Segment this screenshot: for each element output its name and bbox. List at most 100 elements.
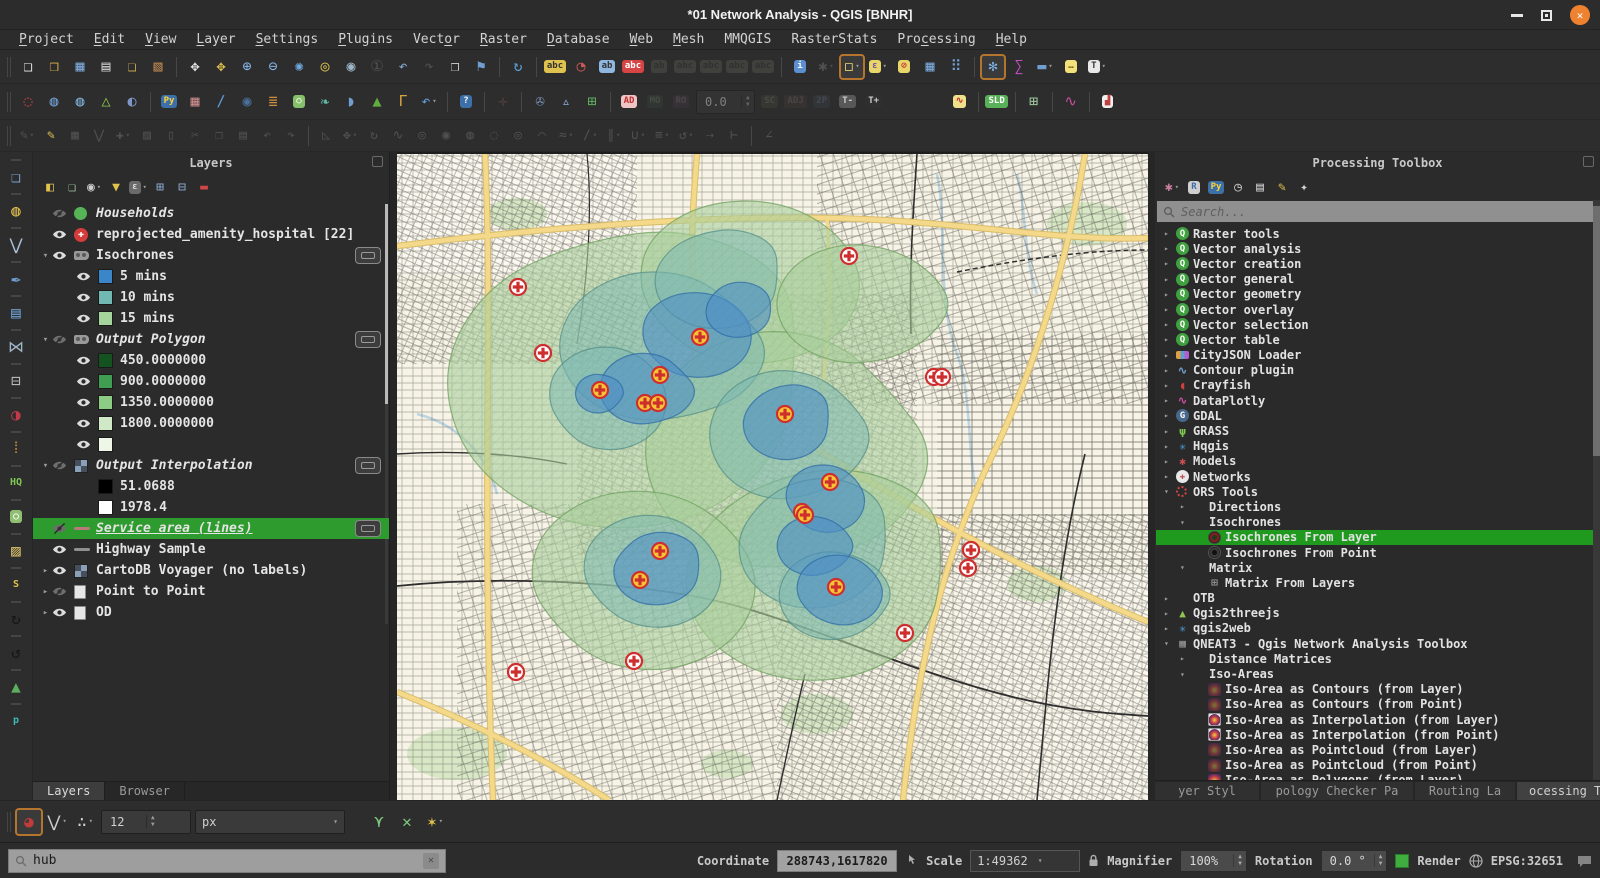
simplify-feature-icon[interactable]: ∿ xyxy=(387,125,409,147)
tab-layers[interactable]: Layers xyxy=(33,782,105,800)
algorithm-item-dataplotly[interactable]: ▸∿DataPlotly xyxy=(1156,393,1599,408)
visibility-eye-icon[interactable] xyxy=(52,585,74,598)
algorithm-item-directions[interactable]: ▸Directions xyxy=(1156,499,1599,514)
map-tips-icon[interactable]: … xyxy=(1059,55,1083,79)
add-group-icon[interactable]: ❏ xyxy=(62,177,82,197)
expander-icon[interactable]: ▸ xyxy=(39,587,52,597)
python-console-icon[interactable]: Py xyxy=(157,90,181,114)
expander-icon[interactable]: ▾ xyxy=(1180,670,1192,679)
refresh-map-icon[interactable]: ↻ xyxy=(506,55,530,79)
models-menu-icon[interactable]: ✱▾ xyxy=(1162,177,1182,197)
zoom-last-icon[interactable]: ↶ xyxy=(391,55,415,79)
select-by-expression-icon[interactable]: ε▾ xyxy=(866,55,890,79)
layer-item-reprojected-amenity-hospital-22-[interactable]: ✚reprojected_amenity_hospital [22] xyxy=(33,224,389,245)
algorithm-item-ors-tools[interactable]: ▾ORS Tools xyxy=(1156,484,1599,499)
python-scripts-icon[interactable]: Py xyxy=(1206,177,1226,197)
visibility-eye-icon[interactable] xyxy=(52,333,74,346)
algorithm-item-qgis2web[interactable]: ▸✳qgis2web xyxy=(1156,621,1599,636)
add-feather-layer-icon[interactable]: ✒ xyxy=(3,265,29,291)
rotate-point-symbols-icon[interactable]: ↺▾ xyxy=(675,125,697,147)
lock-scale-icon[interactable] xyxy=(1088,854,1099,867)
expander-icon[interactable]: ▸ xyxy=(1164,320,1176,329)
rotate-features-icon[interactable]: ↻ xyxy=(363,125,385,147)
layer-diagram-icon[interactable]: ◔ xyxy=(569,55,593,79)
expander-icon[interactable]: ▾ xyxy=(39,251,52,261)
snapping-marker-icon[interactable]: ✶▾ xyxy=(422,809,448,835)
layer-item-10-mins[interactable]: 10 mins xyxy=(33,287,389,308)
style-manager-icon[interactable]: ▧ xyxy=(146,55,170,79)
algorithm-item-iso-area-as-pointcloud-from-point-[interactable]: Iso-Area as Pointcloud (from Point) xyxy=(1156,758,1599,773)
zoom-to-selection-icon[interactable]: ◉ xyxy=(339,55,363,79)
gdrive-plugin-icon[interactable]: ▲ xyxy=(3,673,29,699)
delete-part-icon[interactable]: ◎ xyxy=(507,125,529,147)
add-virtual-layer-icon[interactable]: ⋈ xyxy=(3,333,29,359)
toolbar-handle[interactable] xyxy=(7,92,12,112)
menu-view[interactable]: View xyxy=(136,32,185,47)
visibility-eye-icon[interactable] xyxy=(76,354,98,367)
visibility-eye-icon[interactable] xyxy=(52,522,74,535)
expander-icon[interactable]: ▸ xyxy=(1164,396,1176,405)
visibility-eye-icon[interactable] xyxy=(52,564,74,577)
layer-item-51-0688[interactable]: 51.0688 xyxy=(33,476,389,497)
qgis2web-globe-icon[interactable]: ◉ xyxy=(235,90,259,114)
expander-icon[interactable]: ▸ xyxy=(1164,442,1176,451)
expander-icon[interactable]: ▾ xyxy=(1164,639,1176,648)
undo-plugin-icon[interactable]: ↺ xyxy=(3,639,29,665)
data-source-manager-icon[interactable]: ❏ xyxy=(3,163,29,189)
algorithm-item-gdal[interactable]: ▸GGDAL xyxy=(1156,408,1599,423)
split-parts-icon[interactable]: ∥▾ xyxy=(603,125,625,147)
algorithm-item-iso-area-as-contours-from-point-[interactable]: Iso-Area as Contours (from Point) xyxy=(1156,697,1599,712)
snapping-unit-select[interactable]: px▾ xyxy=(195,810,345,834)
messages-icon[interactable] xyxy=(1577,854,1592,868)
layer-labeling-icon[interactable]: abc xyxy=(543,55,567,79)
algorithm-item-qneat3-qgis-network-analysis-toolbox[interactable]: ▾▦QNEAT3 - Qgis Network Analysis Toolbox xyxy=(1156,636,1599,651)
deselect-features-icon[interactable]: ⊘ xyxy=(892,55,916,79)
algorithm-item-models[interactable]: ▸✱Models xyxy=(1156,454,1599,469)
menu-rasterstats[interactable]: RasterStats xyxy=(782,32,886,47)
toolbar-handle[interactable] xyxy=(7,812,12,832)
expander-icon[interactable]: ▸ xyxy=(1180,654,1192,663)
bookmarks-icon[interactable]: ⚑ xyxy=(469,55,493,79)
digitizing-angle-spin[interactable]: 0.0▲▼ xyxy=(696,90,755,114)
layer-item-output-polygon[interactable]: ▾Output Polygon xyxy=(33,329,389,350)
algorithm-item-vector-geometry[interactable]: ▸QVector geometry xyxy=(1156,287,1599,302)
algorithm-item-networks[interactable]: ▸✚Networks xyxy=(1156,469,1599,484)
identify-features-icon[interactable]: i xyxy=(788,55,812,79)
add-wfs-layer-icon[interactable]: ◍ xyxy=(3,197,29,223)
remove-layer-icon[interactable]: ▬ xyxy=(194,177,214,197)
ors-tools-icon[interactable]: ◌ xyxy=(16,90,40,114)
pan-to-selection-icon[interactable]: ✥ xyxy=(209,55,233,79)
expander-icon[interactable]: ▸ xyxy=(1164,381,1176,390)
algorithm-item-vector-overlay[interactable]: ▸QVector overlay xyxy=(1156,302,1599,317)
layer-item-point-to-point[interactable]: ▸Point to Point xyxy=(33,581,389,602)
menu-project[interactable]: Project xyxy=(10,32,83,47)
vertex-angle-tool-icon[interactable]: ∠ xyxy=(758,125,780,147)
merge-attributes-icon[interactable]: ≡▾ xyxy=(651,125,673,147)
toggle-editing-icon[interactable]: ✎ xyxy=(40,125,62,147)
layer-indicator-badge[interactable] xyxy=(355,247,381,264)
offset-point-symbol-icon[interactable]: ⇢ xyxy=(699,125,721,147)
layout-manager-icon[interactable]: ❏ xyxy=(120,55,144,79)
delete-selected-icon[interactable]: ▯ xyxy=(160,125,182,147)
add-wms-layer-icon[interactable]: ◍ xyxy=(42,90,66,114)
layer-indicator-badge[interactable] xyxy=(355,331,381,348)
map-canvas[interactable] xyxy=(397,154,1148,800)
visibility-eye-icon[interactable] xyxy=(76,438,98,451)
expander-icon[interactable]: ▸ xyxy=(1164,335,1176,344)
metasearch-icon[interactable]: ◍ xyxy=(68,90,92,114)
layer-item-service-area-lines-[interactable]: Service area (lines) xyxy=(33,518,389,539)
options-icon[interactable]: ✦ xyxy=(1294,177,1314,197)
add-mesh-layer-icon[interactable]: ▤ xyxy=(3,299,29,325)
algorithm-item-distance-matrices[interactable]: ▸Distance Matrices xyxy=(1156,651,1599,666)
expander-icon[interactable]: ▸ xyxy=(1164,472,1176,481)
manage-map-themes-icon[interactable]: ◉▾ xyxy=(84,177,104,197)
digitizing-2P-icon[interactable]: 2P xyxy=(810,90,834,114)
tab-browser[interactable]: Browser xyxy=(105,782,185,800)
new-print-layout-icon[interactable]: ▤ xyxy=(94,55,118,79)
add-part-icon[interactable]: ◉ xyxy=(435,125,457,147)
visibility-eye-icon[interactable] xyxy=(76,312,98,325)
visibility-eye-icon[interactable] xyxy=(76,270,98,283)
splitter-left[interactable] xyxy=(390,152,397,800)
algorithm-item-contour-plugin[interactable]: ▸∿Contour plugin xyxy=(1156,363,1599,378)
extent-toggle-icon[interactable] xyxy=(905,854,918,867)
